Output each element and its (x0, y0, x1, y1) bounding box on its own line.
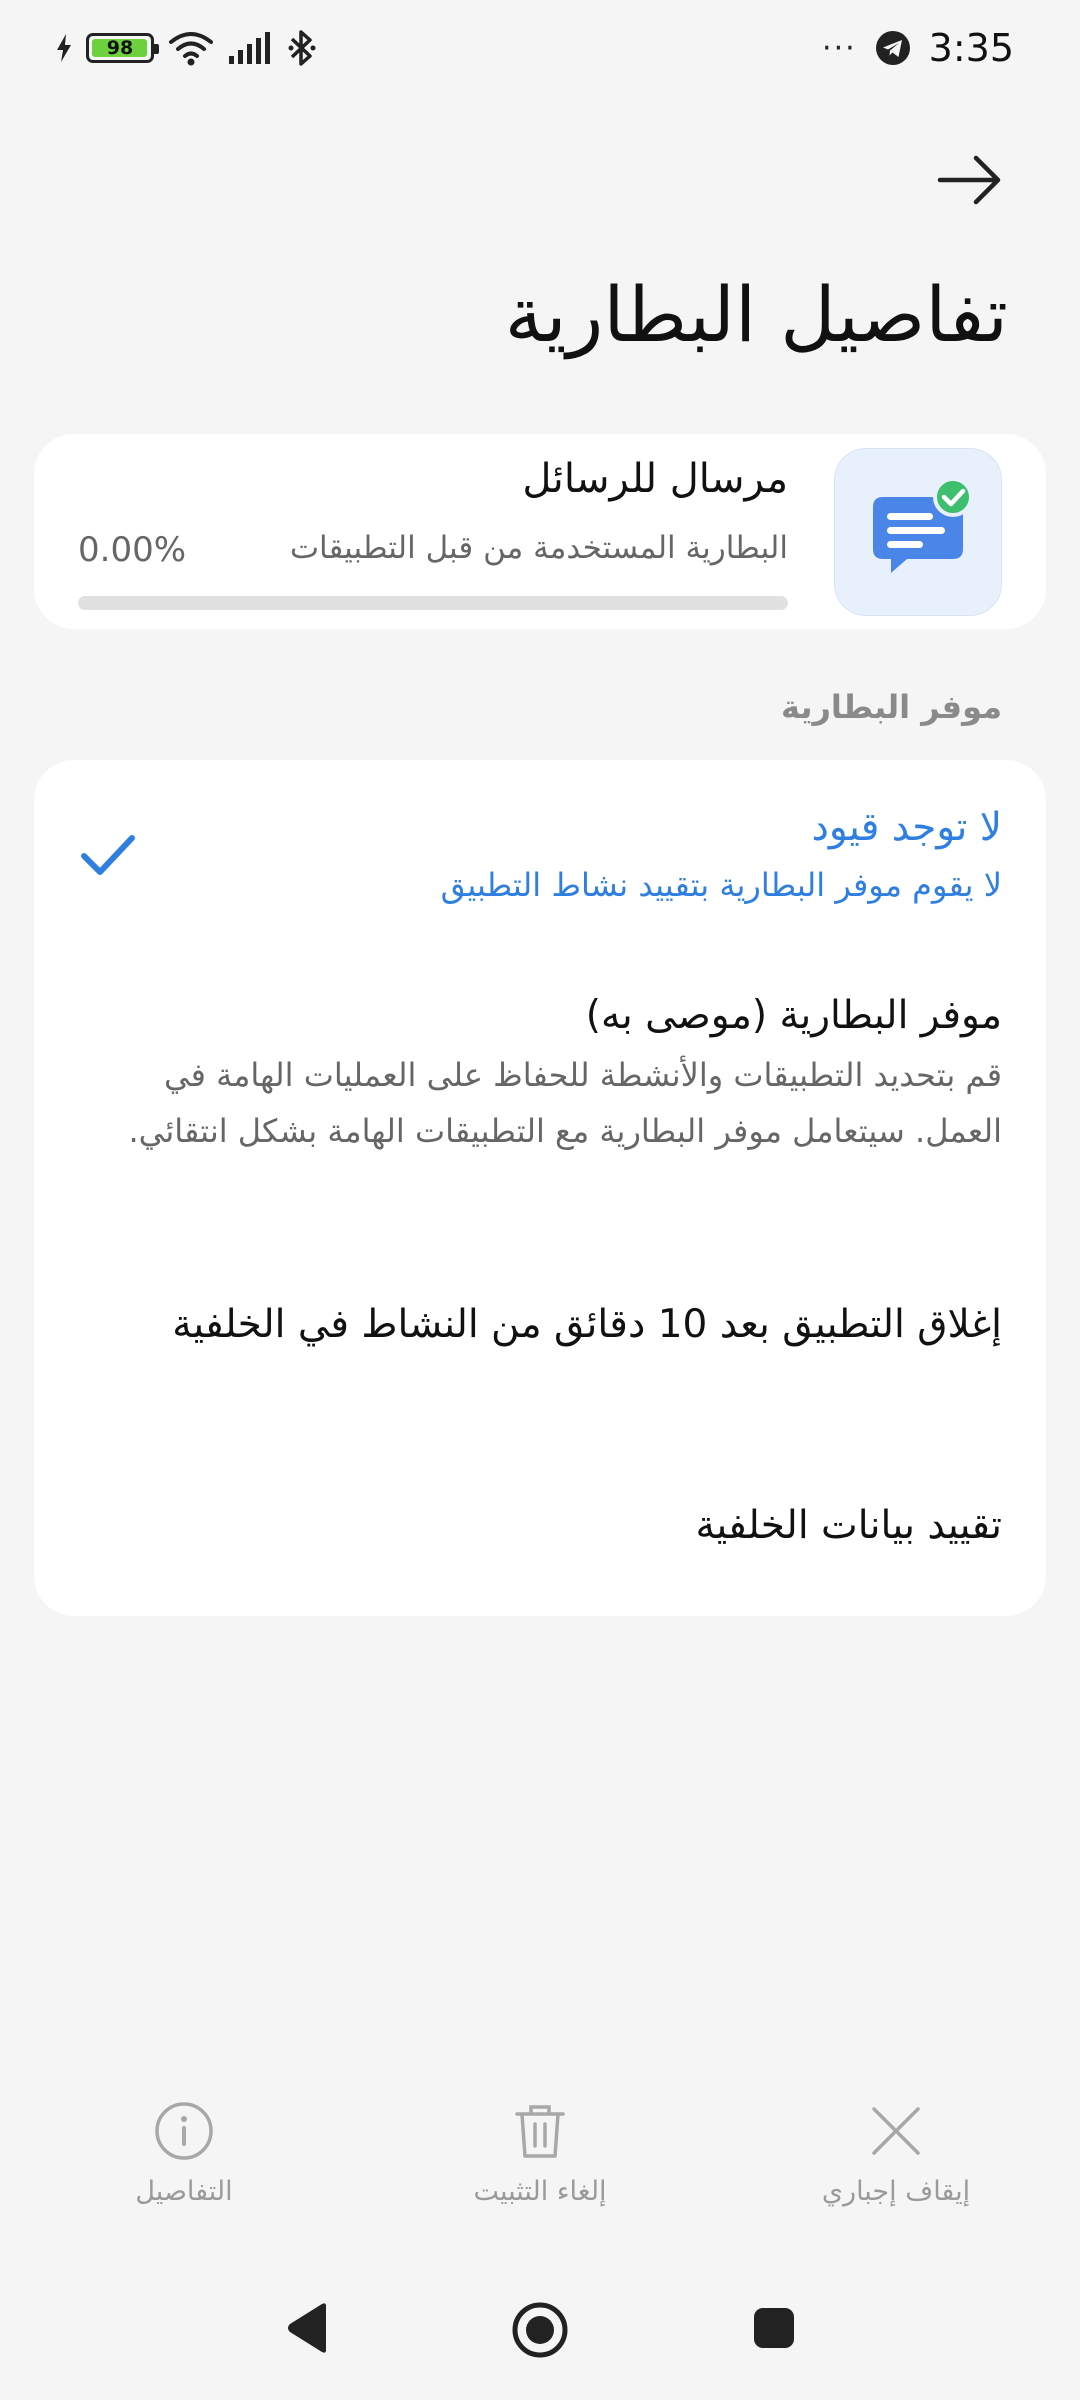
telegram-icon (875, 31, 910, 65)
uninstall-label: إلغاء التثبيت (473, 2176, 607, 2207)
info-icon (155, 2102, 213, 2160)
option-description: لا يقوم موفر البطارية بتقييد نشاط التطبي… (440, 865, 1002, 904)
wifi-icon (169, 32, 213, 66)
details-label: التفاصيل (135, 2176, 233, 2207)
back-arrow-icon[interactable] (936, 150, 1004, 210)
charging-bolt-icon (57, 34, 71, 62)
app-usage-card: مرسال للرسائل البطارية المستخدمة من قبل … (34, 434, 1046, 629)
battery-icon: 98 (86, 33, 159, 63)
battery-usage-label: البطارية المستخدمة من قبل التطبيقات (289, 530, 788, 566)
signal-icon (229, 32, 270, 64)
overflow-dots: ··· (822, 30, 857, 66)
app-name: مرسال للرسائل (522, 456, 788, 502)
back-triangle-icon[interactable] (282, 2300, 334, 2356)
recents-square-icon[interactable] (752, 2306, 796, 2350)
clock: 3:35 (928, 26, 1014, 70)
option-description: قم بتحديد التطبيقات والأنشطة للحفاظ على … (128, 1055, 1002, 1150)
details-button[interactable]: التفاصيل (64, 2100, 304, 2207)
battery-saver-section-label: موفر البطارية (781, 688, 1002, 726)
battery-usage-bar (78, 596, 788, 610)
app-icon-tile (834, 448, 1002, 616)
battery-usage-percent: 0.00% (78, 530, 187, 570)
uninstall-button[interactable]: إلغاء التثبيت (420, 2100, 660, 2207)
trash-icon (515, 2105, 565, 2158)
bluetooth-icon (288, 30, 316, 66)
status-bar: 98 ··· 3:35 (0, 0, 1080, 96)
option-title: تقييد بيانات الخلفية (695, 1503, 1002, 1548)
option-close-after-10-min[interactable]: إغلاق التطبيق بعد 10 دقائق من النشاط في … (102, 1294, 1002, 1356)
option-title: موفر البطارية (موصى به) (585, 993, 1002, 1038)
messages-app-icon (873, 477, 973, 573)
close-x-icon (872, 2107, 920, 2155)
navigation-bar (0, 2280, 1080, 2380)
option-restrict-background-data[interactable]: تقييد بيانات الخلفية (102, 1500, 1002, 1553)
checkmark-icon (81, 835, 135, 875)
page-title: تفاصيل البطارية (504, 270, 1008, 359)
force-stop-button[interactable]: إيقاف إجباري (776, 2100, 1016, 2207)
option-no-restrictions[interactable]: لا توجد قيود لا يقوم موفر البطارية بتقيي… (102, 802, 1002, 906)
home-circle-icon[interactable] (510, 2300, 570, 2360)
battery-saver-options: لا توجد قيود لا يقوم موفر البطارية بتقيي… (34, 760, 1046, 1616)
option-title: إغلاق التطبيق بعد 10 دقائق من النشاط في … (172, 1302, 1002, 1347)
battery-details-screen: 98 ··· 3:35 تفاصيل البطارية مرسال للرسائ… (0, 0, 1080, 2400)
option-battery-saver-recommended[interactable]: موفر البطارية (موصى به) قم بتحديد التطبي… (102, 990, 1002, 1159)
status-bar-left: 98 (56, 28, 316, 68)
app-actions-bar: التفاصيل إلغاء التثبيت إيقاف إجباري (0, 2100, 1080, 2240)
battery-level: 98 (106, 37, 134, 59)
option-title: لا توجد قيود (811, 805, 1002, 850)
force-stop-label: إيقاف إجباري (821, 2176, 971, 2207)
status-bar-right: ··· 3:35 (822, 26, 1014, 70)
